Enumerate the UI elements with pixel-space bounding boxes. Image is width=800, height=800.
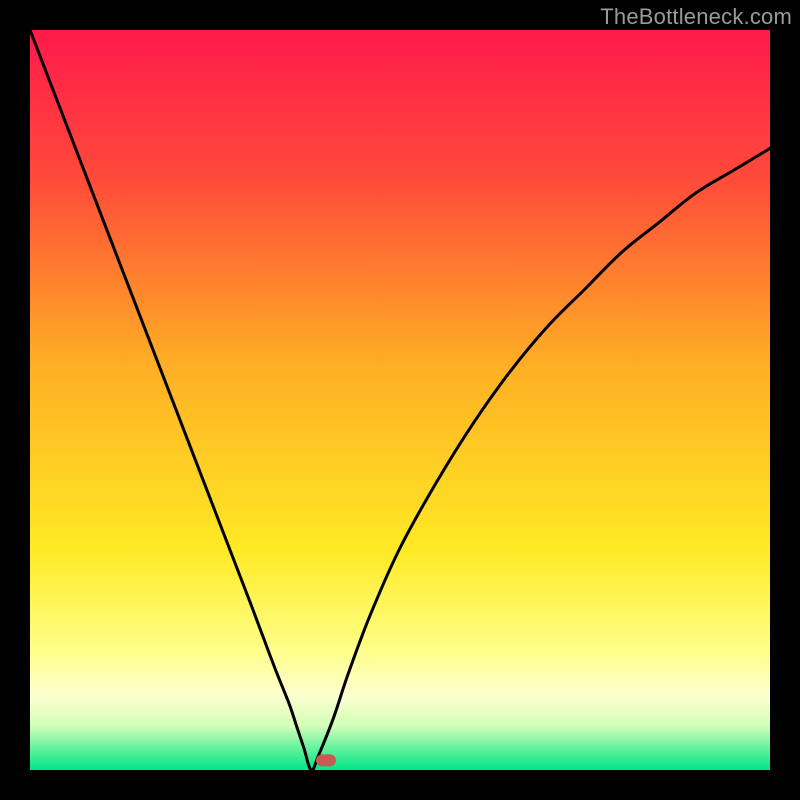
bottleneck-chart [0,0,800,800]
chart-frame: TheBottleneck.com [0,0,800,800]
plot-background [30,30,770,770]
watermark-text: TheBottleneck.com [600,4,792,30]
optimal-point-marker [316,754,336,766]
